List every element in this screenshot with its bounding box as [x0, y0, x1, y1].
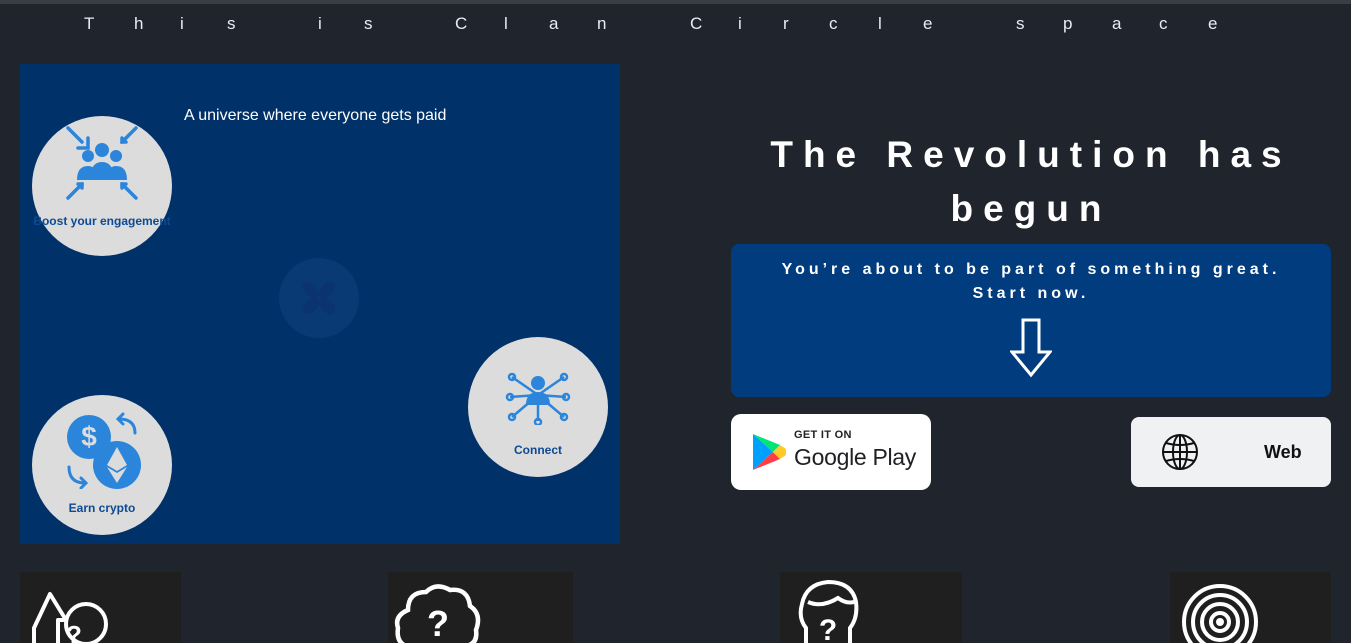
banner-letter: c [1159, 14, 1168, 33]
network-node-icon [505, 372, 571, 425]
banner-letter: i [180, 14, 184, 33]
boost-label: Boost your engagement [33, 214, 171, 228]
globe-icon [1162, 434, 1198, 470]
banner-letter: a [549, 14, 559, 33]
svg-text:?: ? [819, 614, 837, 643]
google-play-small-text: GET IT ON [794, 429, 852, 441]
people-group-icon [66, 126, 138, 200]
feature-tile[interactable]: ? [780, 572, 962, 643]
cta-line-1: You’re about to be part of something gre… [781, 261, 1281, 278]
site-banner: T h i s i s C l a n C i r c l e s p a c … [0, 14, 1351, 34]
connect-bubble[interactable]: Connect [468, 337, 608, 477]
banner-letter: s [1016, 14, 1025, 33]
web-button[interactable]: Web [1131, 417, 1331, 487]
banner-letter: C [455, 14, 468, 33]
feature-tile[interactable]: ? [388, 572, 573, 643]
cta-text: You’re about to be part of something gre… [731, 258, 1331, 306]
google-play-label: Google Play [794, 444, 916, 470]
banner-letter: h [134, 14, 144, 33]
top-border [0, 0, 1351, 4]
banner-letter: i [738, 14, 742, 33]
signal-icon [1182, 584, 1258, 643]
banner-letter: C [690, 14, 703, 33]
question-cloud-icon: ? [394, 584, 481, 643]
earn-crypto-bubble[interactable]: $ Earn crypto [32, 395, 172, 535]
banner-letter: T [84, 14, 95, 33]
svg-text:?: ? [66, 620, 82, 643]
banner-letter: e [923, 14, 933, 33]
hero-headline: The Revolution has begun [770, 134, 1292, 229]
banner-letter: c [829, 14, 838, 33]
boost-engagement-bubble[interactable]: Boost your engagement [32, 116, 172, 256]
panel-caption: A universe where everyone gets paid [184, 107, 447, 124]
svg-text:$: $ [81, 421, 97, 452]
cta-line-2: Start now. [972, 285, 1090, 302]
banner-letter: s [364, 14, 373, 33]
feature-tile[interactable]: ? [20, 572, 181, 643]
banner-letter: s [227, 14, 236, 33]
cta-box: You’re about to be part of something gre… [731, 244, 1331, 397]
banner-letter: e [1208, 14, 1218, 33]
clover-logo-icon [279, 258, 359, 338]
banner-letter: l [878, 14, 882, 33]
crypto-exchange-icon: $ [67, 412, 141, 489]
svg-text:?: ? [427, 603, 449, 643]
web-label: Web [1264, 442, 1302, 462]
feature-tile[interactable] [1170, 572, 1331, 643]
banner-letter: i [318, 14, 322, 33]
banner-letter: r [783, 14, 789, 33]
earn-crypto-label: Earn crypto [68, 501, 136, 515]
banner-letter: l [504, 14, 508, 33]
features-panel: A universe where everyone gets paid Boos… [20, 64, 620, 544]
google-play-button[interactable]: GET IT ON Google Play [731, 414, 931, 490]
connect-label: Connect [514, 443, 562, 457]
banner-letter: n [597, 14, 607, 33]
banner-letter: p [1063, 14, 1073, 33]
arrow-down-icon [1010, 318, 1052, 378]
google-play-icon [753, 434, 786, 470]
banner-letter: a [1112, 14, 1122, 33]
question-head-icon: ? [798, 579, 859, 643]
question-arrows-icon: ? [32, 592, 108, 643]
